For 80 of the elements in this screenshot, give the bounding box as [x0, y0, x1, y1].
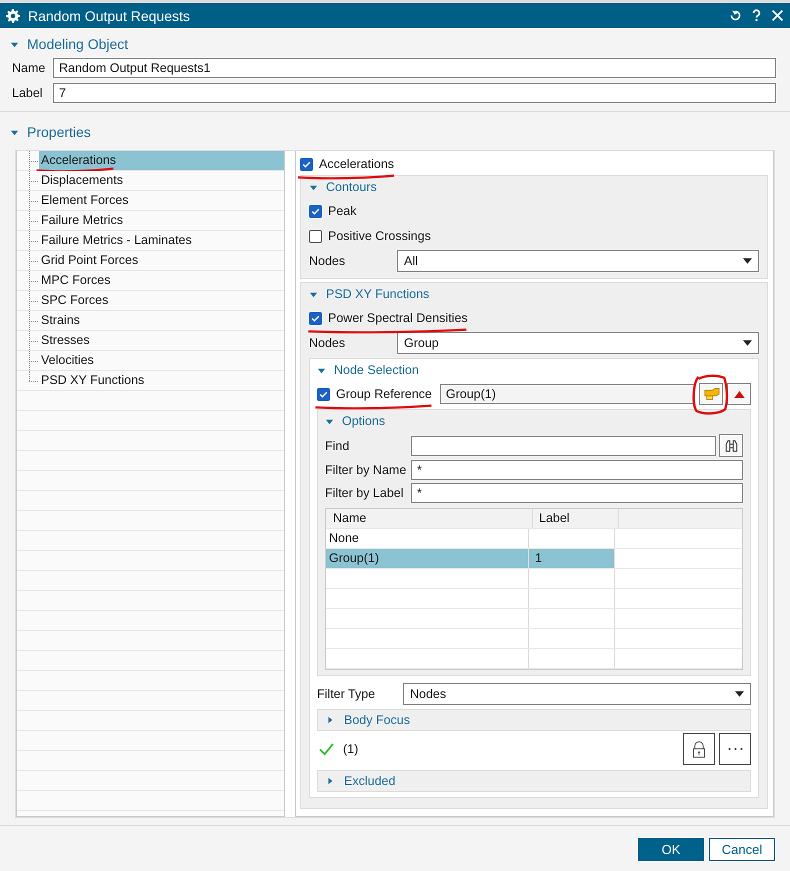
dropdown[interactable]: Nodes [403, 683, 751, 705]
group-picker-button[interactable] [699, 383, 723, 405]
checkbox-label: Positive Crossings [328, 229, 431, 243]
tree-item[interactable]: MPC Forces [39, 271, 284, 290]
text-field[interactable]: Random Output Requests1 [53, 58, 776, 78]
field-label: Nodes [309, 254, 346, 268]
group-field[interactable]: Group(1) [440, 384, 695, 404]
gear-icon [6, 8, 20, 22]
table-cell[interactable]: 1 [529, 549, 615, 568]
cancel-button[interactable]: Cancel [709, 838, 775, 861]
column-header[interactable]: Label [533, 509, 619, 528]
group-header[interactable]: Options [325, 410, 386, 432]
filter-field[interactable]: * [411, 483, 743, 503]
checkbox[interactable] [309, 312, 322, 324]
filter-field[interactable]: * [411, 460, 743, 480]
help-icon[interactable] [750, 9, 763, 22]
reset-icon[interactable] [729, 9, 742, 22]
checkbox-label: Power Spectral Densities [328, 311, 468, 325]
tree-item[interactable]: Element Forces [39, 191, 284, 210]
group-header[interactable]: PSD XY Functions [309, 283, 430, 305]
dropdown[interactable]: All [397, 250, 759, 272]
find-field[interactable] [411, 436, 716, 456]
lock-button[interactable] [683, 733, 715, 765]
field-label: Filter Type [317, 687, 376, 701]
dropdown[interactable]: Group [397, 332, 759, 354]
caret-icon [326, 777, 334, 785]
field-label: Nodes [309, 336, 346, 350]
window-title: Random Output Requests [28, 8, 190, 24]
section-header[interactable]: Properties [0, 112, 101, 150]
tree-item[interactable]: PSD XY Functions [39, 371, 284, 390]
caret-icon [309, 290, 318, 298]
table-cell[interactable]: Group(1) [326, 549, 529, 568]
checkbox[interactable] [317, 388, 330, 400]
group-header[interactable]: Contours [309, 176, 377, 198]
caret-icon [326, 716, 334, 724]
tree-item[interactable]: Displacements [39, 171, 284, 190]
caret-icon [309, 182, 318, 192]
checkbox-label: Group Reference [336, 387, 432, 401]
field-label: Filter by Label [325, 486, 405, 500]
collapsible-header[interactable]: Body Focus [317, 709, 751, 731]
column-header[interactable]: Name [326, 509, 533, 528]
tree-item[interactable]: Velocities [39, 351, 284, 370]
more-button[interactable] [719, 733, 751, 765]
checkbox-label: Accelerations [319, 157, 394, 171]
triangle-up-icon [734, 390, 744, 398]
tree-item[interactable]: Accelerations [39, 151, 284, 170]
selection-count: (1) [343, 742, 358, 756]
close-icon[interactable] [771, 9, 784, 22]
collapsible-header[interactable]: Excluded [317, 770, 751, 792]
caret-icon [743, 258, 752, 264]
text-field[interactable]: 7 [53, 83, 776, 103]
tree-item[interactable]: Grid Point Forces [39, 251, 284, 270]
checkbox-label: Peak [328, 204, 356, 218]
checkbox[interactable] [309, 230, 322, 242]
ok-button[interactable]: OK [638, 838, 704, 861]
section-header[interactable]: Modeling Object [0, 28, 138, 56]
tree-item[interactable]: Failure Metrics [39, 211, 284, 230]
group-header[interactable]: Node Selection [317, 359, 419, 381]
find-button[interactable] [719, 434, 743, 457]
ellipsis-icon [726, 747, 744, 751]
caret-icon [325, 416, 334, 426]
tree-item[interactable]: Strains [39, 311, 284, 330]
collapse-button[interactable] [727, 383, 751, 405]
caret-icon [317, 366, 326, 374]
table-cell[interactable]: None [326, 529, 529, 548]
tree-item[interactable]: Failure Metrics - Laminates [39, 231, 284, 250]
caret-icon [735, 691, 744, 697]
padlock-icon [692, 740, 706, 758]
field-label: Label [12, 86, 44, 100]
checkbox[interactable] [300, 158, 313, 170]
checkbox[interactable] [309, 204, 322, 218]
tree-item[interactable]: SPC Forces [39, 291, 284, 310]
caret-icon [10, 40, 19, 48]
tree-item[interactable]: Stresses [39, 331, 284, 350]
caret-icon [743, 340, 752, 346]
field-label: Name [12, 61, 46, 75]
field-label: Find [325, 438, 350, 452]
blocks-icon [702, 387, 720, 401]
field-label: Filter by Name [325, 463, 408, 477]
caret-icon [10, 128, 19, 136]
